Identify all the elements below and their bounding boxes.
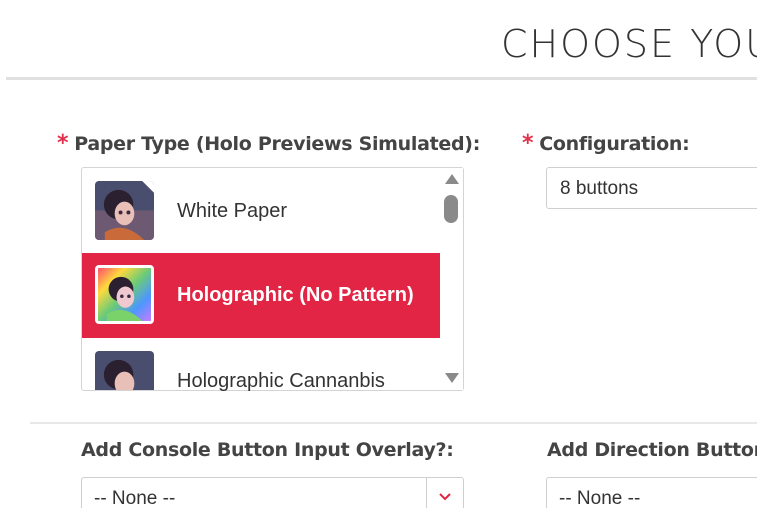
paper-type-listbox[interactable]: White Paper Holographic (No Pattern): [81, 167, 464, 391]
list-option-white-paper[interactable]: White Paper: [82, 168, 441, 253]
option-label: Holographic (No Pattern): [177, 284, 414, 306]
paper-type-label-text: Paper Type (Holo Previews Simulated):: [74, 133, 480, 155]
scroll-up-arrow-icon[interactable]: [445, 174, 459, 184]
console-overlay-label: Add Console Button Input Overlay?:: [81, 439, 454, 461]
paper-type-label: * Paper Type (Holo Previews Simulated):: [57, 131, 480, 156]
direction-overlay-select[interactable]: -- None --: [546, 477, 757, 508]
anime-art-thumbnail: [98, 268, 151, 321]
page-title: CHOOSE YOU: [501, 22, 757, 66]
configuration-label-text: Configuration:: [539, 133, 690, 155]
anime-art-thumbnail: [95, 181, 154, 240]
required-marker: *: [522, 131, 534, 156]
direction-overlay-value: -- None --: [559, 488, 641, 508]
scroll-down-arrow-icon[interactable]: [445, 373, 459, 383]
paper-thumbnail-icon: [95, 181, 154, 240]
configuration-select[interactable]: 8 buttons: [546, 167, 757, 209]
configuration-label: * Configuration:: [522, 131, 690, 156]
option-label: Holographic Cannanbis: [177, 370, 385, 392]
list-option-holographic[interactable]: Holographic (No Pattern): [82, 253, 441, 338]
chevron-down-icon[interactable]: [438, 492, 452, 502]
console-overlay-value: -- None --: [94, 488, 176, 508]
listbox-scrollbar[interactable]: [440, 168, 463, 390]
option-label: White Paper: [177, 200, 288, 222]
holo-cannabis-thumbnail-icon: [95, 351, 154, 390]
section-divider: [30, 422, 757, 424]
console-overlay-select[interactable]: -- None --: [81, 477, 464, 508]
direction-overlay-label: Add Direction Button C: [547, 439, 757, 461]
title-divider: [6, 77, 757, 80]
select-divider: [426, 478, 427, 508]
holo-thumbnail-icon: [95, 265, 154, 324]
required-marker: *: [57, 131, 69, 156]
scroll-thumb[interactable]: [444, 195, 458, 223]
anime-art-thumbnail: [95, 351, 154, 390]
